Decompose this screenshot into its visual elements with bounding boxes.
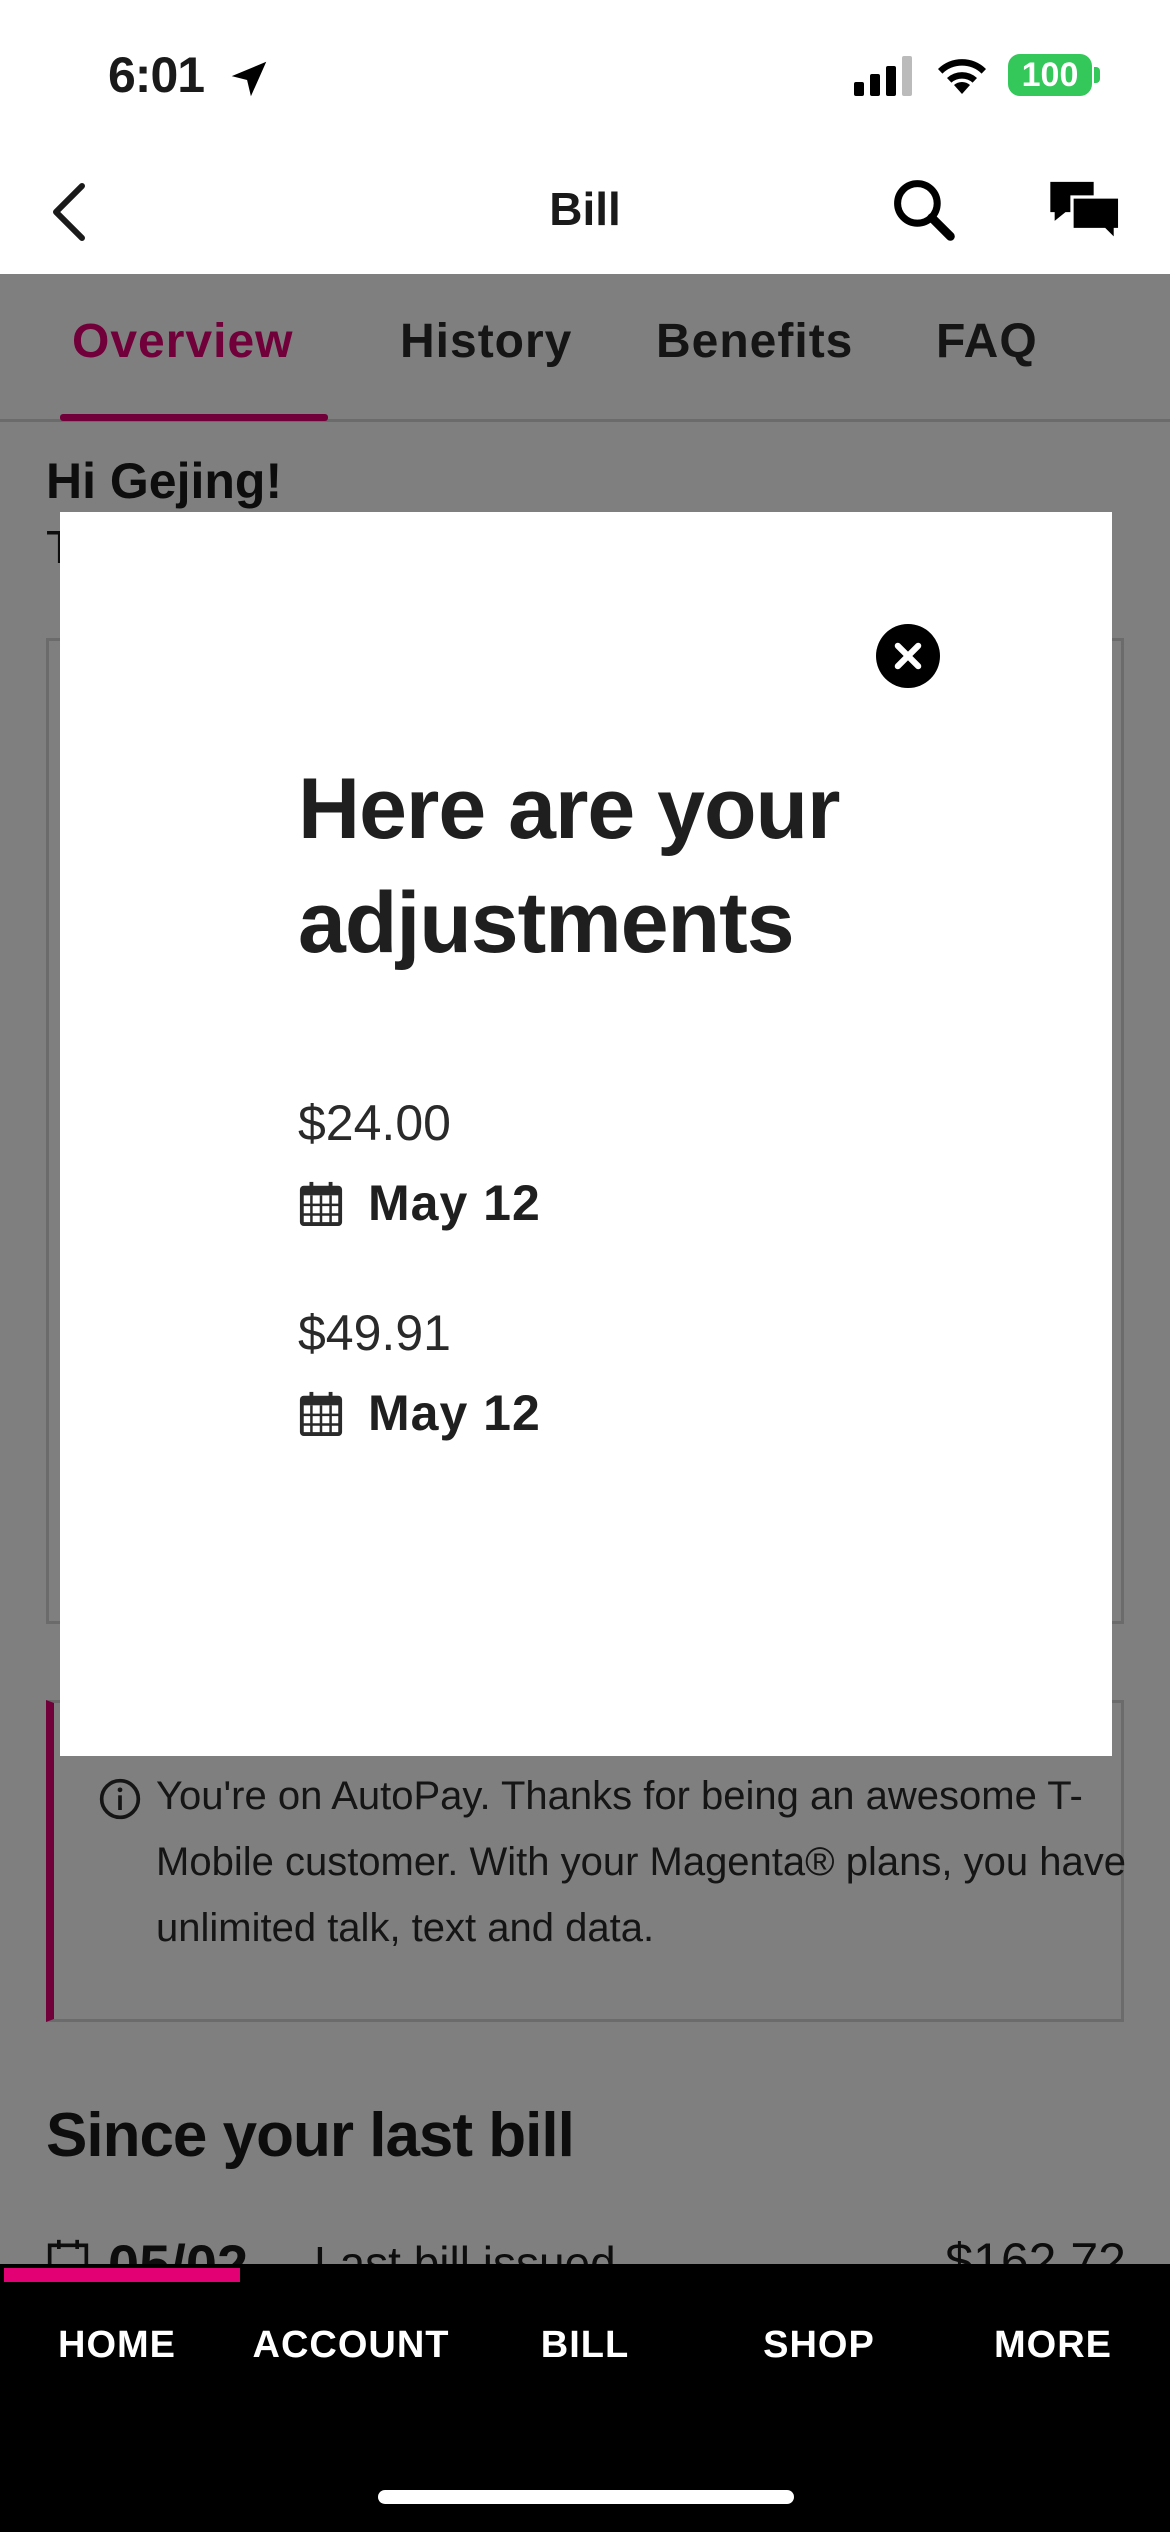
nav-shop[interactable]: SHOP: [702, 2324, 936, 2367]
battery-indicator: 100: [1008, 54, 1092, 96]
nav-more[interactable]: MORE: [936, 2324, 1170, 2367]
adjustment-item: $24.00 May 12: [298, 1094, 898, 1238]
close-icon: [894, 642, 922, 670]
nav-bill[interactable]: BILL: [468, 2324, 702, 2367]
close-button[interactable]: [876, 624, 940, 688]
app-header: Bill: [0, 150, 1170, 274]
calendar-icon: [299, 1391, 343, 1436]
cellular-signal-icon: [854, 56, 912, 96]
search-button[interactable]: [886, 172, 962, 248]
calendar-icon: [299, 1181, 343, 1226]
adjustment-amount: $24.00: [298, 1095, 451, 1151]
chat-button[interactable]: [1040, 172, 1130, 248]
home-indicator[interactable]: [378, 2490, 794, 2504]
adjustment-item: $49.91 May 12: [298, 1304, 898, 1448]
page-title: Bill: [549, 183, 621, 235]
modal-title: Here are your adjustments: [298, 761, 841, 971]
battery-nub: [1094, 67, 1100, 83]
search-icon: [894, 180, 955, 241]
chat-bubbles-icon: [1050, 181, 1122, 243]
adjustments-modal: Here are your adjustments $24.00 May 12 …: [60, 512, 1112, 1756]
adjustment-date-row: May 12: [298, 1378, 898, 1448]
adjustment-date: May 12: [368, 1175, 541, 1231]
adjustment-amount: $49.91: [298, 1305, 451, 1361]
nav-home[interactable]: HOME: [0, 2324, 234, 2367]
status-time: 6:01: [108, 47, 205, 103]
adjustment-date: May 12: [368, 1385, 541, 1441]
location-arrow-icon: [231, 61, 267, 97]
active-nav-indicator: [4, 2268, 240, 2282]
adjustment-date-row: May 12: [298, 1168, 898, 1238]
wifi-icon: [938, 59, 986, 94]
nav-account[interactable]: ACCOUNT: [234, 2324, 468, 2367]
status-bar: 6:01 100: [0, 0, 1170, 150]
